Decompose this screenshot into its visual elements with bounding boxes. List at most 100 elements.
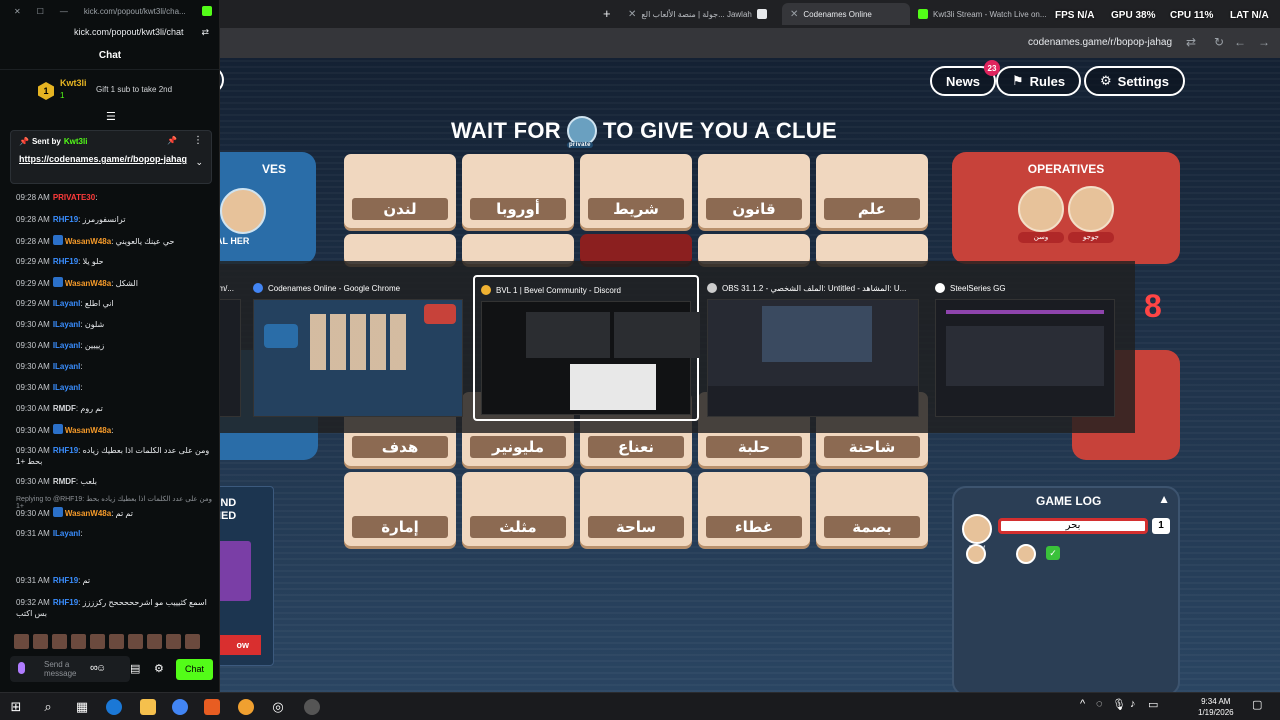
message-username[interactable]: ILayanl — [53, 320, 81, 329]
message-username[interactable]: RHF19 — [53, 446, 78, 455]
app-icon[interactable] — [238, 699, 254, 715]
message-username[interactable]: RHF19 — [53, 215, 78, 224]
word-card[interactable]: أوروبا — [462, 154, 574, 228]
tab-kick-stream[interactable]: Kwt3li Stream - Watch Live on... — [918, 3, 1058, 25]
word-card[interactable]: لندن — [344, 154, 456, 228]
obs-icon[interactable] — [304, 699, 320, 715]
message-username[interactable]: WasanW48a — [65, 509, 111, 518]
emote-icon[interactable] — [33, 634, 48, 649]
taskbar-clock[interactable]: 9:34 AM 1/19/2026 — [1198, 696, 1234, 718]
emote-icon[interactable] — [109, 634, 124, 649]
maximize-icon[interactable]: ☐ — [37, 7, 44, 16]
message-username[interactable]: RHF19 — [53, 576, 78, 585]
pinned-message[interactable]: 📌 Sent by Kwt3li https://codenames.game/… — [10, 130, 212, 184]
address-bar[interactable]: codenames.game/r/bopop-jahag ⇄ ↻ ← → — [220, 28, 1280, 58]
word-card[interactable]: غطاء — [698, 472, 810, 546]
switcher-item-discord[interactable]: BVL 1 | Bevel Community - Discord — [473, 275, 700, 421]
forward-icon[interactable]: → — [1258, 35, 1270, 49]
new-tab-button[interactable]: + — [603, 6, 611, 21]
chat-url-bar[interactable]: kick.com/popout/kwt3li/chat ⇄ — [0, 22, 219, 42]
windows-start-icon[interactable]: ⊞ — [8, 699, 24, 715]
close-icon[interactable]: ✕ — [14, 7, 21, 16]
store-icon[interactable]: ▤ — [130, 662, 140, 675]
battery-icon[interactable]: ▭ — [1148, 698, 1158, 711]
folder-icon[interactable] — [140, 699, 156, 715]
promo-button[interactable]: ow — [220, 635, 261, 655]
sub-leaderboard[interactable]: 1 Kwt3li 1 Gift 1 sub to take 2nd — [0, 76, 220, 106]
pin-icon[interactable]: 📌 — [167, 136, 177, 145]
reload-icon[interactable]: ↻ — [1214, 35, 1224, 49]
emote-icon[interactable] — [166, 634, 181, 649]
word-card[interactable]: شريط — [580, 154, 692, 228]
switcher-item-steelseries[interactable]: SteelSeries GG — [929, 275, 1121, 421]
message-username[interactable]: ILayanl — [53, 299, 81, 308]
send-chat-button[interactable]: Chat — [176, 659, 213, 680]
message-username[interactable]: RMDF — [53, 404, 76, 413]
search-icon[interactable]: ⌕ — [40, 699, 56, 715]
pinned-link[interactable]: https://codenames.game/r/bopop-jahag — [19, 153, 189, 166]
settings-button[interactable]: ⚙ Settings — [1084, 66, 1185, 96]
tab-codenames[interactable]: ✕ Codenames Online — [782, 3, 910, 25]
word-card[interactable]: قانون — [698, 154, 810, 228]
switcher-item-obs[interactable]: OBS 31.1.2 - الملف الشخصي: Untitled - ال… — [701, 275, 925, 421]
message-username[interactable]: ILayanl — [53, 341, 81, 350]
word-card[interactable]: مثلث — [462, 472, 574, 546]
news-button[interactable]: News 23 — [930, 60, 1000, 96]
site-settings-icon[interactable]: ⇄ — [201, 27, 209, 38]
word-card[interactable]: بصمة — [816, 472, 928, 546]
word-card[interactable] — [462, 234, 574, 264]
message-username[interactable]: PRIVATE30 — [53, 193, 95, 202]
emote-icon[interactable] — [71, 634, 86, 649]
infinity-icon[interactable]: ∞ — [90, 662, 98, 674]
close-icon[interactable]: ✕ — [628, 9, 636, 20]
edge-icon[interactable] — [106, 699, 122, 715]
rules-button[interactable]: ⚑ Rules — [996, 66, 1082, 96]
message-username[interactable]: RHF19 — [53, 257, 78, 266]
chrome-icon[interactable] — [172, 699, 188, 715]
notifications-icon[interactable]: ▢ — [1252, 698, 1262, 711]
chevron-up-icon[interactable]: ^ — [1080, 698, 1085, 710]
tab-jawlah[interactable]: ✕ جولة | منصة الألعاب الع... Jawlah — [628, 3, 778, 25]
word-card[interactable]: علم — [816, 154, 928, 228]
emote-icon[interactable] — [185, 634, 200, 649]
microphone-icon[interactable]: 🎙 — [1112, 698, 1126, 711]
close-icon[interactable]: ✕ — [790, 9, 798, 20]
message-username[interactable]: RMDF — [53, 477, 76, 486]
word-card[interactable] — [816, 234, 928, 264]
microphone-icon[interactable] — [18, 662, 25, 674]
switcher-item-chrome[interactable]: Codenames Online - Google Chrome — [247, 275, 469, 421]
app-icon[interactable] — [204, 699, 220, 715]
collapse-icon[interactable]: ▲ — [1158, 492, 1170, 506]
word-card[interactable]: إمارة — [344, 472, 456, 546]
chat-input[interactable]: Send a message ☺ — [10, 656, 130, 682]
message-username[interactable]: ILayanl — [53, 529, 81, 538]
message-username[interactable]: ILayanl — [53, 362, 81, 371]
message-username[interactable]: RHF19 — [53, 598, 78, 607]
site-settings-icon[interactable]: ⇄ — [1186, 35, 1196, 49]
volume-icon[interactable]: ♪ — [1130, 698, 1136, 710]
more-options-icon[interactable]: ⋮ — [193, 135, 203, 146]
gear-icon[interactable]: ⚙ — [154, 662, 164, 675]
gift-sub-prompt[interactable]: Gift 1 sub to take 2nd — [96, 85, 172, 94]
app-icon[interactable]: ▦ — [74, 699, 90, 715]
emote-icon[interactable] — [52, 634, 67, 649]
message-username[interactable]: WasanW48a — [65, 426, 111, 435]
emote-icon[interactable] — [90, 634, 105, 649]
emote-icon[interactable] — [128, 634, 143, 649]
promo-banner[interactable]: END HED ow — [220, 486, 274, 666]
back-icon[interactable]: ← — [1234, 35, 1246, 49]
chevron-down-icon[interactable]: ⌄ — [195, 157, 203, 168]
emote-icon[interactable] — [147, 634, 162, 649]
filter-icon[interactable]: ☰ — [106, 110, 116, 123]
emote-icon[interactable] — [14, 634, 29, 649]
steam-icon[interactable]: ◎ — [270, 699, 286, 715]
message-username[interactable]: WasanW48a — [65, 279, 111, 288]
partial-button[interactable] — [220, 66, 224, 94]
word-card[interactable] — [344, 234, 456, 264]
message-username[interactable]: ILayanl — [53, 383, 81, 392]
url-text[interactable]: codenames.game/r/bopop-jahag — [1028, 37, 1172, 48]
chat-url[interactable]: kick.com/popout/kwt3li/chat — [74, 27, 184, 37]
minimize-icon[interactable]: — — [60, 7, 68, 16]
network-icon[interactable]: ◌ — [1096, 698, 1103, 710]
word-card[interactable]: ساحة — [580, 472, 692, 546]
